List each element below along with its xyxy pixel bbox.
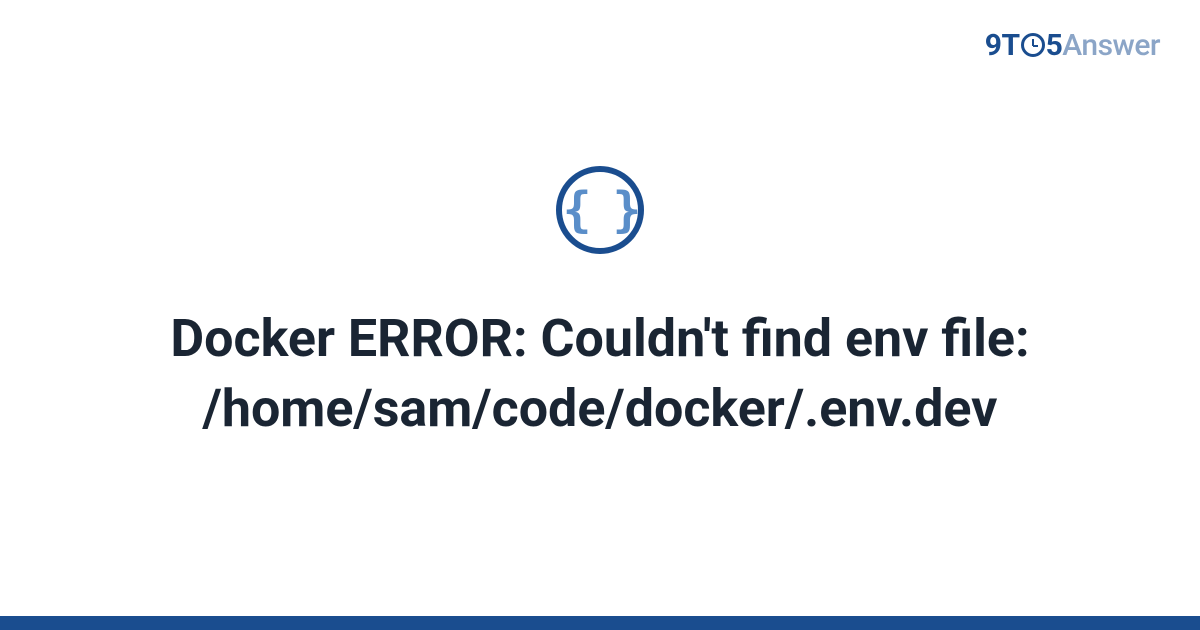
main-content: { } Docker ERROR: Couldn't find env file… <box>0 0 1200 630</box>
braces-icon: { } <box>563 186 638 234</box>
page-title: Docker ERROR: Couldn't find env file: /h… <box>60 304 1140 444</box>
braces-icon-circle: { } <box>556 166 644 254</box>
footer-accent-bar <box>0 616 1200 630</box>
